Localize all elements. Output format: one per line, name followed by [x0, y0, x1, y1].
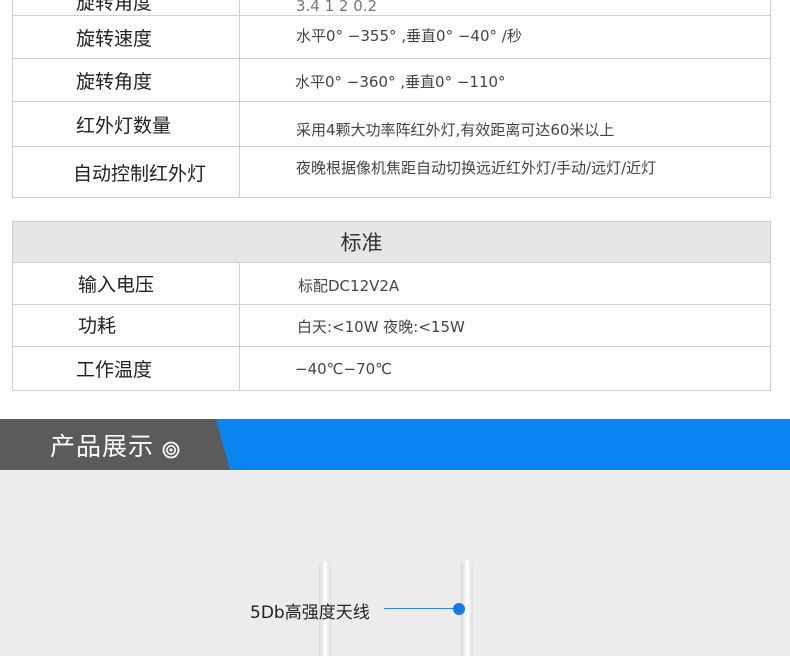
row-value: 标配DC12V2A — [298, 277, 400, 295]
product-image-area: 5Db高强度天线 — [0, 470, 790, 656]
row-label: 功耗 — [13, 305, 240, 346]
target-icon — [162, 436, 180, 458]
row-value: 水平0° −360° ,垂直0° −110° — [295, 72, 506, 91]
table-row: 红外灯数量 采用4颗大功率阵红外灯,有效距离可达60米以上 — [13, 101, 770, 146]
row-label: 输入电压 — [13, 263, 240, 304]
row-value: 夜晚根据像机焦距自动切换远近红外灯/手动/远灯/近灯 — [296, 158, 657, 177]
callout-dot — [453, 603, 465, 615]
row-label: 红外灯数量 — [13, 102, 240, 146]
table-row: 输入电压 标配DC12V2A — [13, 263, 770, 304]
row-value: 3.4 1 2 0.2 — [296, 0, 378, 15]
row-value: 采用4颗大功率阵红外灯,有效距离可达60米以上 — [296, 120, 615, 139]
product-showcase-banner: 产品展示 — [0, 419, 790, 470]
row-label: 自动控制红外灯 — [13, 147, 240, 197]
table-row: 旋转速度 水平0° −355° ,垂直0° −40° /秒 — [13, 15, 770, 58]
row-value: 水平0° −355° ,垂直0° −40° /秒 — [296, 26, 522, 45]
row-value: 白天:<10W 夜晚:<15W — [297, 318, 465, 336]
table-row: 旋转角度 水平0° −360° ,垂直0° −110° — [13, 58, 770, 101]
section-title-text: 产品展示 — [50, 431, 155, 461]
product-detail-page: 旋转角度 3.4 1 2 0.2 旋转速度 水平0° −355° ,垂直0° −… — [0, 0, 790, 656]
table-row: 工作温度 −40℃−70℃ — [13, 346, 770, 390]
row-label: 旋转速度 — [13, 16, 240, 58]
table-row: 旋转角度 3.4 1 2 0.2 — [13, 0, 770, 15]
row-label: 工作温度 — [13, 347, 240, 390]
table-section-header: 标准 — [13, 222, 770, 263]
table-row: 功耗 白天:<10W 夜晚:<15W — [13, 304, 770, 346]
section-title: 产品展示 — [50, 419, 180, 470]
row-value: −40℃−70℃ — [295, 359, 393, 378]
spec-table-standard: 标准 输入电压 标配DC12V2A 功耗 白天:<10W 夜晚:<15W 工作温… — [12, 221, 771, 391]
antenna-callout-label: 5Db高强度天线 — [250, 603, 370, 623]
spec-table-rotation: 旋转角度 3.4 1 2 0.2 旋转速度 水平0° −355° ,垂直0° −… — [12, 0, 771, 198]
row-label: 旋转角度 — [13, 59, 240, 101]
table-row: 自动控制红外灯 夜晚根据像机焦距自动切换远近红外灯/手动/远灯/近灯 — [13, 146, 770, 197]
row-label: 旋转角度 — [13, 0, 240, 15]
callout-line — [384, 608, 456, 609]
